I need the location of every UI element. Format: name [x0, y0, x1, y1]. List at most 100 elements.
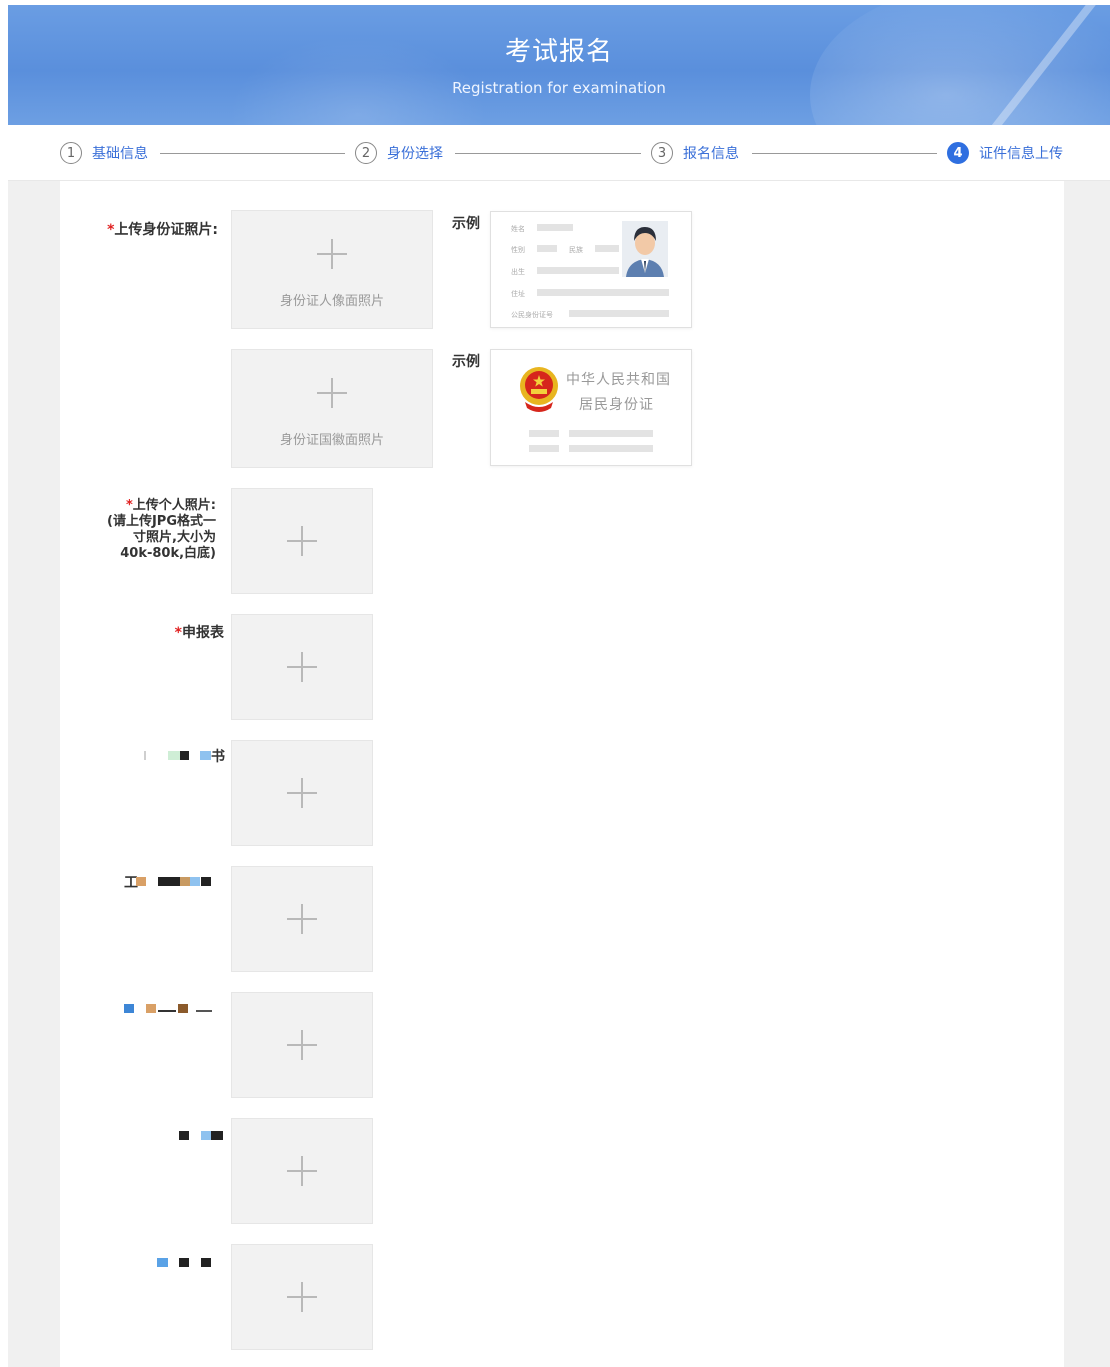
redacted-label-block — [158, 1010, 176, 1012]
example-field-label: 住址 — [511, 290, 525, 298]
redacted-label-block — [211, 1131, 223, 1140]
plus-icon — [287, 904, 317, 934]
left-margin — [8, 181, 60, 1367]
example-field-label: 出生 — [511, 268, 525, 276]
step-connector — [160, 153, 345, 154]
step-connector — [752, 153, 937, 154]
id-front-example-image: 姓名 性别 民族 出生 住址 公民身份证号 — [490, 211, 692, 328]
plus-icon — [287, 1156, 317, 1186]
example-card-line: 中华人民共和国 — [566, 372, 671, 388]
redacted-label-block — [179, 1258, 189, 1267]
placeholder-bar — [569, 310, 669, 317]
plus-icon — [287, 778, 317, 808]
step-label: 基础信息 — [92, 146, 148, 162]
redacted-label-block — [180, 751, 189, 760]
step-number: 1 — [60, 142, 82, 164]
example-field-label: 姓名 — [511, 225, 525, 233]
personal-photo-label-text: 上传个人照片: — [132, 498, 216, 513]
redacted-label-block — [190, 877, 200, 886]
step-registration-info[interactable]: 3 报名信息 — [651, 142, 739, 164]
redacted-label-block — [124, 1004, 134, 1013]
header-banner: 考试报名 Registration for examination — [8, 5, 1110, 125]
redacted-label-block — [196, 1010, 212, 1012]
step-number: 2 — [355, 142, 377, 164]
redacted-label-block — [201, 1258, 211, 1267]
step-document-upload[interactable]: 4 证件信息上传 — [947, 142, 1063, 164]
redacted-label-block — [168, 751, 180, 760]
application-form-label-text: 申报表 — [182, 625, 224, 641]
personal-photo-label: *上传个人照片: (请上传JPG格式一 寸照片,大小为 40k-80k,白底) — [80, 498, 216, 562]
id-card-label: *上传身份证照片: — [70, 221, 218, 239]
document-upload-8[interactable] — [231, 1244, 373, 1350]
step-basic-info[interactable]: 1 基础信息 — [60, 142, 148, 164]
step-identity-selection[interactable]: 2 身份选择 — [355, 142, 443, 164]
redacted-label-block — [146, 1004, 156, 1013]
redacted-label-block — [144, 751, 146, 760]
redacted-label-block — [200, 751, 211, 760]
plus-icon — [287, 652, 317, 682]
id-card-label-text: 上传身份证照片: — [114, 222, 218, 238]
plus-icon — [287, 526, 317, 556]
placeholder-bar — [529, 445, 559, 452]
placeholder-bar — [537, 245, 557, 252]
placeholder-bar — [537, 289, 669, 296]
required-mark: * — [174, 625, 182, 641]
right-margin — [1064, 181, 1110, 1367]
page-subtitle: Registration for examination — [452, 79, 666, 97]
step-connector — [455, 153, 641, 154]
document-upload-7[interactable] — [231, 1118, 373, 1224]
plus-icon — [317, 378, 347, 408]
application-form-upload[interactable] — [231, 614, 373, 720]
personal-photo-upload[interactable] — [231, 488, 373, 594]
document-upload-6[interactable] — [231, 992, 373, 1098]
redacted-label-block — [201, 1131, 211, 1140]
id-front-upload[interactable]: 身份证人像面照片 — [231, 210, 433, 329]
placeholder-bar — [529, 430, 559, 437]
example-field-label: 公民身份证号 — [511, 311, 553, 319]
placeholder-bar — [537, 267, 619, 274]
field4-label-tail: 书 — [211, 749, 225, 765]
placeholder-bar — [595, 245, 619, 252]
redacted-label-block — [136, 877, 146, 886]
portrait-avatar-icon — [622, 221, 668, 277]
example-card-line: 居民身份证 — [579, 397, 654, 413]
example-field-label: 性别 — [511, 246, 525, 254]
redacted-label-block — [178, 1004, 188, 1013]
redacted-label-block — [158, 877, 180, 886]
redacted-label-block — [201, 877, 211, 886]
step-label: 证件信息上传 — [979, 146, 1063, 162]
upload-hint: 身份证国徽面照片 — [279, 433, 384, 448]
required-mark: * — [125, 498, 133, 513]
redacted-label-block — [157, 1258, 168, 1267]
personal-photo-title: *上传个人照片: — [80, 498, 216, 514]
step-number: 4 — [947, 142, 969, 164]
photo-note: 40k-80k,白底) — [120, 546, 216, 561]
example-field-label: 民族 — [569, 246, 583, 254]
document-upload-5[interactable] — [231, 866, 373, 972]
photo-note: (请上传JPG格式一 — [107, 514, 216, 529]
redacted-label-block — [180, 877, 190, 886]
field5-label-head: 工 — [124, 875, 138, 891]
application-form-label: *申报表 — [100, 624, 224, 642]
id-back-upload[interactable]: 身份证国徽面照片 — [231, 349, 433, 468]
step-number: 3 — [651, 142, 673, 164]
plus-icon — [287, 1282, 317, 1312]
redacted-label-block — [179, 1131, 189, 1140]
photo-note: 寸照片,大小为 — [133, 530, 216, 545]
step-label: 报名信息 — [683, 146, 739, 162]
progress-steps: 1 基础信息 2 身份选择 3 报名信息 4 证件信息上传 — [8, 126, 1110, 181]
upload-hint: 身份证人像面照片 — [279, 294, 384, 309]
placeholder-bar — [537, 224, 573, 231]
example-label: 示例 — [452, 216, 480, 232]
step-label: 身份选择 — [387, 146, 443, 162]
placeholder-bar — [569, 430, 653, 437]
document-upload-4[interactable] — [231, 740, 373, 846]
page-title: 考试报名 — [504, 37, 613, 67]
example-label: 示例 — [452, 354, 480, 370]
plus-icon — [317, 239, 347, 269]
id-back-example-image: 中华人民共和国 居民身份证 — [490, 349, 692, 466]
placeholder-bar — [569, 445, 653, 452]
registration-page: 考试报名 Registration for examination 1 基础信息… — [0, 0, 1110, 1367]
plus-icon — [287, 1030, 317, 1060]
national-emblem-icon — [520, 367, 558, 412]
